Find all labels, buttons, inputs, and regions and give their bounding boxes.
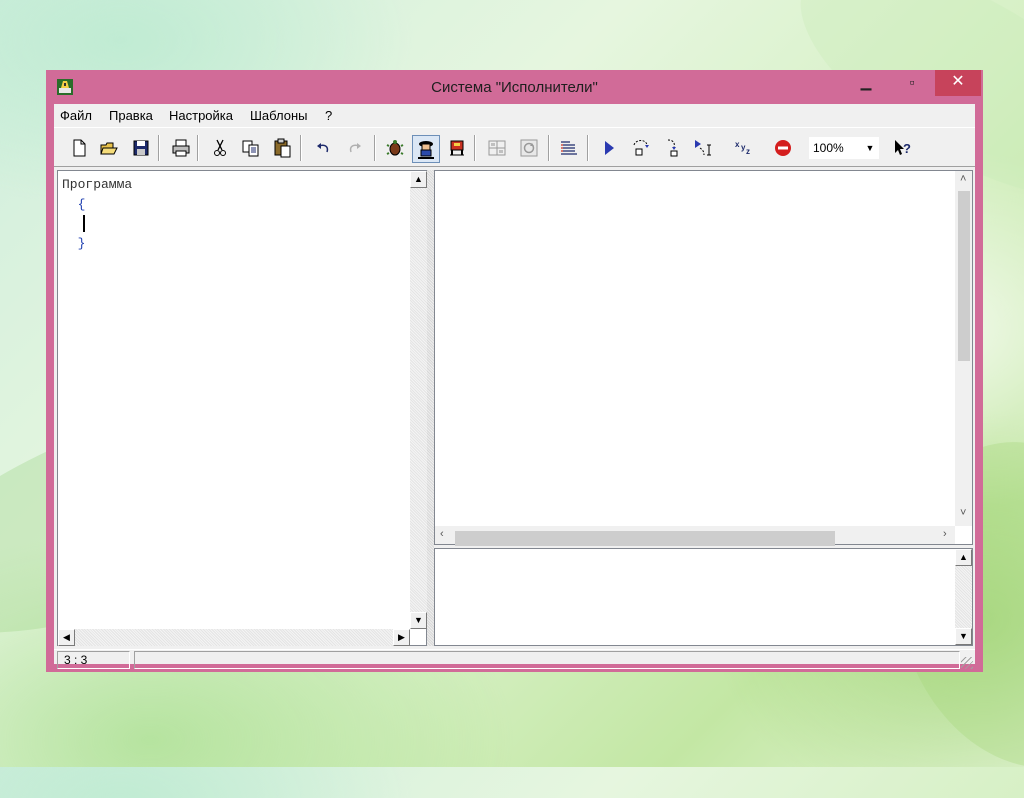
svg-text:z: z bbox=[746, 147, 750, 156]
menu-templates[interactable]: Шаблоны bbox=[250, 108, 308, 123]
client-area: Файл Правка Настройка Шаблоны ? x y z 10… bbox=[54, 104, 975, 669]
cursor-position: 3 : 3 bbox=[57, 651, 130, 669]
editor-vertical-scrollbar[interactable]: ▲ ▼ bbox=[410, 171, 427, 629]
print-icon[interactable] bbox=[170, 137, 192, 159]
menu-settings[interactable]: Настройка bbox=[169, 108, 233, 123]
scroll-down-icon[interactable]: ▼ bbox=[955, 628, 972, 645]
resize-grip-icon[interactable] bbox=[961, 657, 973, 669]
maximize-button[interactable]: ▫ bbox=[889, 70, 935, 96]
step-over-icon[interactable] bbox=[662, 137, 684, 159]
refresh-icon[interactable] bbox=[518, 137, 540, 159]
redo-icon[interactable] bbox=[344, 137, 366, 159]
menu-edit[interactable]: Правка bbox=[109, 108, 153, 123]
scroll-down-icon[interactable]: ˅ bbox=[960, 507, 966, 519]
output-pane[interactable]: ▲ ▼ bbox=[434, 548, 973, 646]
scroll-down-icon[interactable]: ▼ bbox=[410, 612, 427, 629]
menu-help[interactable]: ? bbox=[325, 108, 332, 123]
status-message-pane bbox=[134, 651, 960, 669]
new-file-icon[interactable] bbox=[68, 137, 90, 159]
svg-text:?: ? bbox=[903, 141, 911, 156]
status-bar: 3 : 3 bbox=[54, 649, 975, 669]
cut-icon[interactable] bbox=[209, 137, 231, 159]
menu-file[interactable]: Файл bbox=[60, 108, 92, 123]
copy-icon[interactable] bbox=[240, 137, 262, 159]
code-line: { bbox=[62, 196, 86, 212]
field-horizontal-scroll-thumb[interactable] bbox=[455, 531, 835, 546]
code-line: Программа bbox=[62, 177, 133, 192]
toolbar: xyz 100% ▼ ? bbox=[54, 127, 975, 167]
zoom-select[interactable]: 100% ▼ bbox=[809, 137, 879, 159]
toolbar-separator bbox=[197, 135, 199, 161]
scroll-left-icon[interactable]: ◀ bbox=[58, 629, 75, 646]
toolbar-separator bbox=[474, 135, 476, 161]
pane-splitter[interactable] bbox=[427, 170, 434, 646]
paste-icon[interactable] bbox=[272, 137, 294, 159]
scroll-right-icon[interactable]: › bbox=[943, 528, 947, 540]
code-line: ​ bbox=[62, 214, 132, 234]
scroll-right-icon[interactable]: ▶ bbox=[393, 629, 410, 646]
editor-horizontal-scrollbar[interactable]: ◀ ▶ bbox=[58, 629, 410, 646]
field-vertical-scroll-thumb[interactable] bbox=[958, 191, 970, 361]
toolbar-separator bbox=[300, 135, 302, 161]
stop-icon[interactable] bbox=[772, 137, 794, 159]
toolbar-separator bbox=[587, 135, 589, 161]
close-button[interactable]: ✕ bbox=[935, 70, 981, 96]
chevron-down-icon[interactable]: ▼ bbox=[863, 137, 877, 159]
open-folder-icon[interactable] bbox=[98, 137, 120, 159]
scroll-up-icon[interactable]: ˄ bbox=[960, 173, 966, 185]
svg-text:x: x bbox=[735, 140, 740, 149]
run-icon[interactable] bbox=[598, 137, 620, 159]
scroll-left-icon[interactable]: ‹ bbox=[440, 528, 444, 540]
variables-icon[interactable]: xyz bbox=[732, 137, 754, 159]
save-icon[interactable] bbox=[130, 137, 152, 159]
performer-turtle-icon[interactable] bbox=[384, 137, 406, 159]
menu-bar: Файл Правка Настройка Шаблоны ? bbox=[54, 104, 975, 126]
zoom-value: 100% bbox=[813, 141, 844, 155]
program-editor[interactable]: Программа { ​ } ▲ ▼ ◀ ▶ bbox=[57, 170, 427, 646]
text-caret bbox=[83, 215, 85, 232]
scroll-up-icon[interactable]: ▲ bbox=[410, 171, 427, 188]
app-window: Система "Исполнители" ▁ ▫ ✕ Файл Правка … bbox=[46, 70, 983, 672]
performer-drawer-icon[interactable] bbox=[446, 137, 468, 159]
undo-icon[interactable] bbox=[312, 137, 334, 159]
grid-icon[interactable] bbox=[486, 137, 508, 159]
toolbar-separator bbox=[374, 135, 376, 161]
context-help-icon[interactable]: ? bbox=[892, 137, 914, 159]
minimize-button[interactable]: ▁ bbox=[843, 70, 889, 96]
output-vertical-scrollbar[interactable]: ▲ ▼ bbox=[955, 549, 972, 645]
step-out-icon[interactable] bbox=[692, 137, 714, 159]
toolbar-separator bbox=[548, 135, 550, 161]
step-into-icon[interactable] bbox=[630, 137, 652, 159]
performer-robot-icon[interactable] bbox=[412, 135, 440, 163]
performer-field[interactable]: ˄ ˅ ‹ › bbox=[434, 170, 973, 546]
code-line: } bbox=[62, 235, 86, 251]
code-text[interactable]: Программа { ​ } bbox=[62, 175, 132, 253]
structure-icon[interactable] bbox=[558, 137, 580, 159]
scroll-up-icon[interactable]: ▲ bbox=[955, 549, 972, 566]
toolbar-separator bbox=[158, 135, 160, 161]
title-bar[interactable]: Система "Исполнители" ▁ ▫ ✕ bbox=[46, 70, 983, 104]
